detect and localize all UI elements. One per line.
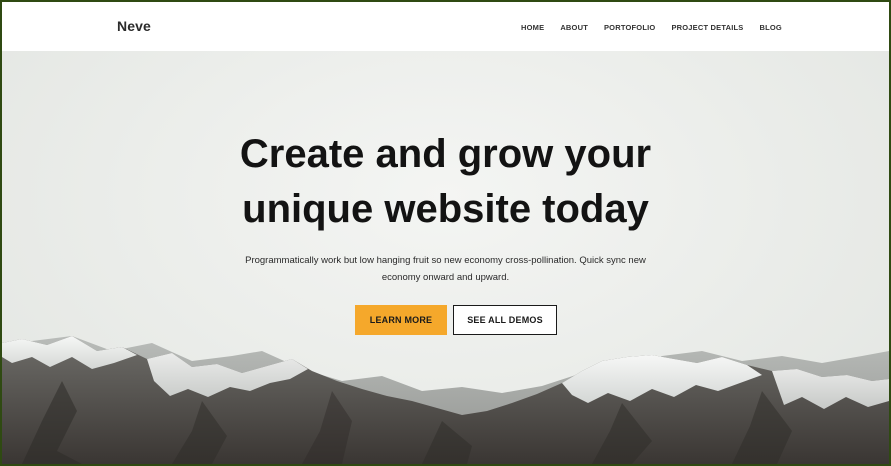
browser-viewport: Neve HOME ABOUT PORTOFOLIO PROJECT DETAI…	[0, 0, 891, 466]
hero-headline-line-1: Create and grow your	[239, 132, 652, 176]
hero-subtext-line-2: economy onward and upward.	[381, 272, 510, 283]
nav-blog[interactable]: BLOG	[759, 23, 781, 32]
nav-portfolio[interactable]: PORTOFOLIO	[604, 23, 655, 32]
nav-project-details[interactable]: PROJECT DETAILS	[671, 23, 743, 32]
hero-headline-line-2: unique website today	[242, 187, 649, 231]
nav-about[interactable]: ABOUT	[560, 23, 588, 32]
site-logo[interactable]: Neve	[117, 18, 151, 34]
nav-home[interactable]: HOME	[521, 23, 544, 32]
hero-section: Create and grow your unique website toda…	[2, 51, 889, 464]
hero-subtext-line-1: Programmatically work but low hanging fr…	[245, 255, 646, 266]
main-navigation: HOME ABOUT PORTOFOLIO PROJECT DETAILS BL…	[521, 23, 782, 32]
see-all-demos-button[interactable]: SEE ALL DEMOS	[453, 305, 557, 335]
learn-more-button[interactable]: LEARN MORE	[355, 305, 447, 335]
site-header: Neve HOME ABOUT PORTOFOLIO PROJECT DETAI…	[2, 2, 889, 51]
